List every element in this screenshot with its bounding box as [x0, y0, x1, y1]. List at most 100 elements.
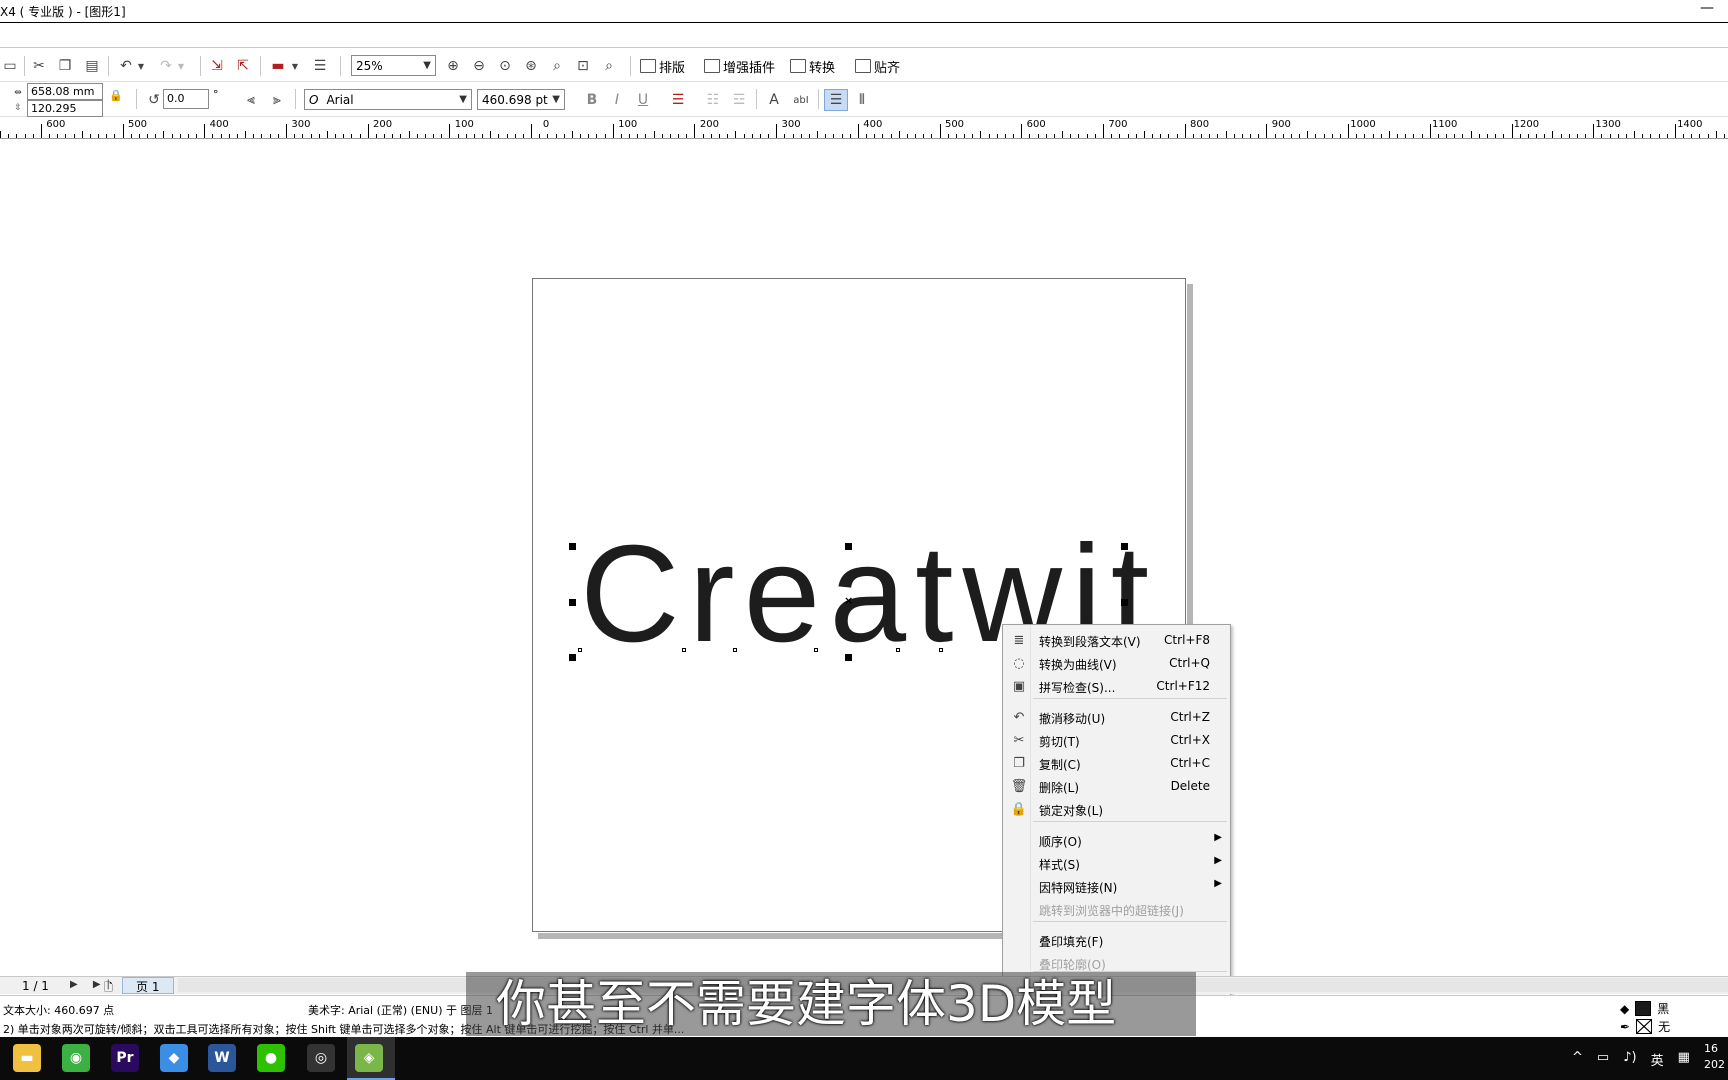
file-explorer-icon[interactable]: ▬ — [13, 1044, 41, 1072]
context-menu-item[interactable]: 样式(S) ▶ — [1003, 852, 1230, 874]
feather-icon[interactable]: ◆ — [160, 1044, 188, 1072]
tray-chevron-icon[interactable]: ^ — [1572, 1050, 1583, 1069]
context-menu-item[interactable]: ✂ 剪切(T) Ctrl+X — [1003, 729, 1230, 751]
ruler-tick — [16, 134, 18, 138]
height-field[interactable]: 120.295 mm — [27, 100, 103, 130]
publish-dropdown-icon[interactable]: ▼ — [290, 56, 300, 76]
context-menu-item[interactable]: ≣ 转换到段落文本(V) Ctrl+F8 — [1003, 629, 1230, 651]
convert-button[interactable]: 转换 — [790, 56, 835, 76]
context-menu-item[interactable]: 顺序(O) ▶ — [1003, 829, 1230, 851]
font-size-combo[interactable]: 460.698 pt ▼ — [477, 89, 565, 110]
ruler-tick — [1062, 131, 1064, 138]
vertical-text-icon[interactable]: ⦀ — [852, 90, 872, 110]
horizontal-ruler[interactable]: 600 500 400 300 200 100 0 100 200 300 400 500 600 700… — [0, 117, 1728, 139]
taskbar-clock[interactable]: 16 202 — [1704, 1041, 1725, 1073]
ruler-tick — [433, 134, 434, 138]
zoom-combo[interactable]: 25% ▼ — [351, 55, 436, 76]
edit-text-icon[interactable]: abI — [790, 90, 812, 110]
coreldraw-icon[interactable]: ◈ — [355, 1044, 383, 1072]
zoom-out-icon[interactable]: ⊖ — [469, 56, 489, 76]
bullet-list-icon[interactable]: ☷ — [703, 90, 723, 110]
export-icon[interactable]: ⇱ — [233, 56, 253, 76]
horizontal-text-icon[interactable]: ☰ — [824, 89, 848, 111]
bold-icon[interactable]: B — [582, 90, 602, 110]
redo-dropdown-icon[interactable]: ▼ — [176, 56, 186, 76]
import-icon[interactable]: ⇲ — [207, 56, 227, 76]
redo-icon[interactable]: ↷ — [156, 56, 176, 76]
context-menu-item[interactable]: ❐ 复制(C) Ctrl+C — [1003, 752, 1230, 774]
context-menu-item[interactable]: ◌ 转换为曲线(V) Ctrl+Q — [1003, 652, 1230, 674]
italic-icon[interactable]: I — [607, 90, 627, 110]
zoom-width-icon[interactable]: ⊡ — [573, 56, 593, 76]
context-menu-item[interactable]: 🔒 锁定对象(L) — [1003, 798, 1230, 820]
character-node[interactable] — [896, 648, 900, 652]
network-icon[interactable]: ▭ — [1597, 1050, 1609, 1069]
undo-dropdown-icon[interactable]: ▼ — [136, 56, 146, 76]
ruler-tick — [1127, 134, 1129, 138]
ruler-tick — [931, 134, 933, 138]
layout-button[interactable]: 排版 — [640, 56, 685, 76]
zoom-all-icon[interactable]: ⊛ — [521, 56, 541, 76]
character-node[interactable] — [814, 648, 818, 652]
copy-icon: ❐ — [1013, 755, 1025, 771]
underline-icon[interactable]: U — [633, 90, 653, 110]
context-menu-item[interactable]: 因特网链接(N) ▶ — [1003, 875, 1230, 897]
context-menu-item[interactable]: 🗑 删除(L) Delete — [1003, 775, 1230, 797]
zoom-page-icon[interactable]: ⌕ — [547, 56, 567, 76]
ime-grid-icon[interactable]: ▦ — [1678, 1050, 1690, 1069]
mirror-h-icon[interactable]: ⫷ — [241, 90, 261, 110]
font-combo[interactable]: O Arial ▼ — [304, 89, 472, 110]
print-icon[interactable]: ▭ — [0, 56, 20, 76]
undo-icon[interactable]: ↶ — [116, 56, 136, 76]
system-tray: ^ ▭ ♪) 英 ▦ — [1572, 1050, 1690, 1069]
selection-handle[interactable] — [1121, 599, 1128, 606]
selection-handle[interactable] — [845, 654, 852, 661]
zoom-selected-icon[interactable]: ⊙ — [495, 56, 515, 76]
drop-cap-icon[interactable]: ☲ — [729, 90, 749, 110]
premiere-icon[interactable]: Pr — [111, 1044, 139, 1072]
zoom-in-icon[interactable]: ⊕ — [443, 56, 463, 76]
outline-indicator[interactable]: ✒ 无 — [1620, 1018, 1670, 1035]
selection-handle[interactable] — [1121, 543, 1128, 550]
lock-ratio-icon[interactable]: 🔒 — [106, 85, 126, 105]
selection-handle[interactable] — [569, 599, 576, 606]
fill-indicator[interactable]: ◆ 黑 — [1620, 1000, 1669, 1017]
context-menu-item[interactable]: ▣ 拼写检查(S)... Ctrl+F12 — [1003, 675, 1230, 697]
alignment-icon[interactable]: ☰ — [668, 90, 688, 110]
browser-icon[interactable]: ◉ — [62, 1044, 90, 1072]
layout-label: 排版 — [659, 60, 686, 76]
rotation-field[interactable]: 0.0 — [163, 89, 209, 109]
wechat-icon[interactable]: ● — [257, 1044, 285, 1072]
character-node[interactable] — [578, 648, 582, 652]
width-field[interactable]: 658.08 mm — [27, 83, 103, 100]
text-properties-icon[interactable]: A — [764, 90, 784, 110]
plugins-button[interactable]: 增强插件 — [704, 56, 775, 76]
context-menu-item[interactable]: ↶ 撤消移动(U) Ctrl+Z — [1003, 706, 1230, 728]
ruler-tick — [1658, 134, 1660, 138]
ruler-tick — [857, 124, 859, 138]
cut-icon[interactable]: ✂ — [29, 56, 49, 76]
selection-handle[interactable] — [569, 543, 576, 550]
selection-handle[interactable] — [569, 654, 576, 661]
mirror-v-icon[interactable]: ⫸ — [267, 90, 287, 110]
copy-icon[interactable]: ❐ — [55, 56, 75, 76]
character-node[interactable] — [939, 648, 943, 652]
character-node[interactable] — [682, 648, 686, 652]
ime-indicator[interactable]: 英 — [1651, 1050, 1664, 1069]
selection-handle[interactable] — [845, 543, 852, 550]
page-tab[interactable]: 页 1 — [122, 977, 174, 994]
toolbar-separator — [630, 56, 631, 76]
volume-icon[interactable]: ♪) — [1623, 1050, 1636, 1069]
snap-button[interactable]: 贴齐 — [855, 56, 900, 76]
publish-icon[interactable]: ▬ — [268, 56, 288, 76]
context-menu-item[interactable]: 叠印填充(F) — [1003, 929, 1230, 951]
ruler-tick — [367, 124, 369, 138]
paste-icon[interactable]: ▤ — [82, 56, 102, 76]
character-node[interactable] — [733, 648, 737, 652]
launcher-icon[interactable]: ☰ — [310, 56, 330, 76]
obs-icon[interactable]: ◎ — [307, 1044, 335, 1072]
zoom-height-icon[interactable]: ⌕ — [599, 56, 619, 76]
ruler-label: 400 — [209, 119, 229, 130]
minimize-button[interactable]: — — [1700, 0, 1714, 16]
word-icon[interactable]: W — [208, 1044, 236, 1072]
